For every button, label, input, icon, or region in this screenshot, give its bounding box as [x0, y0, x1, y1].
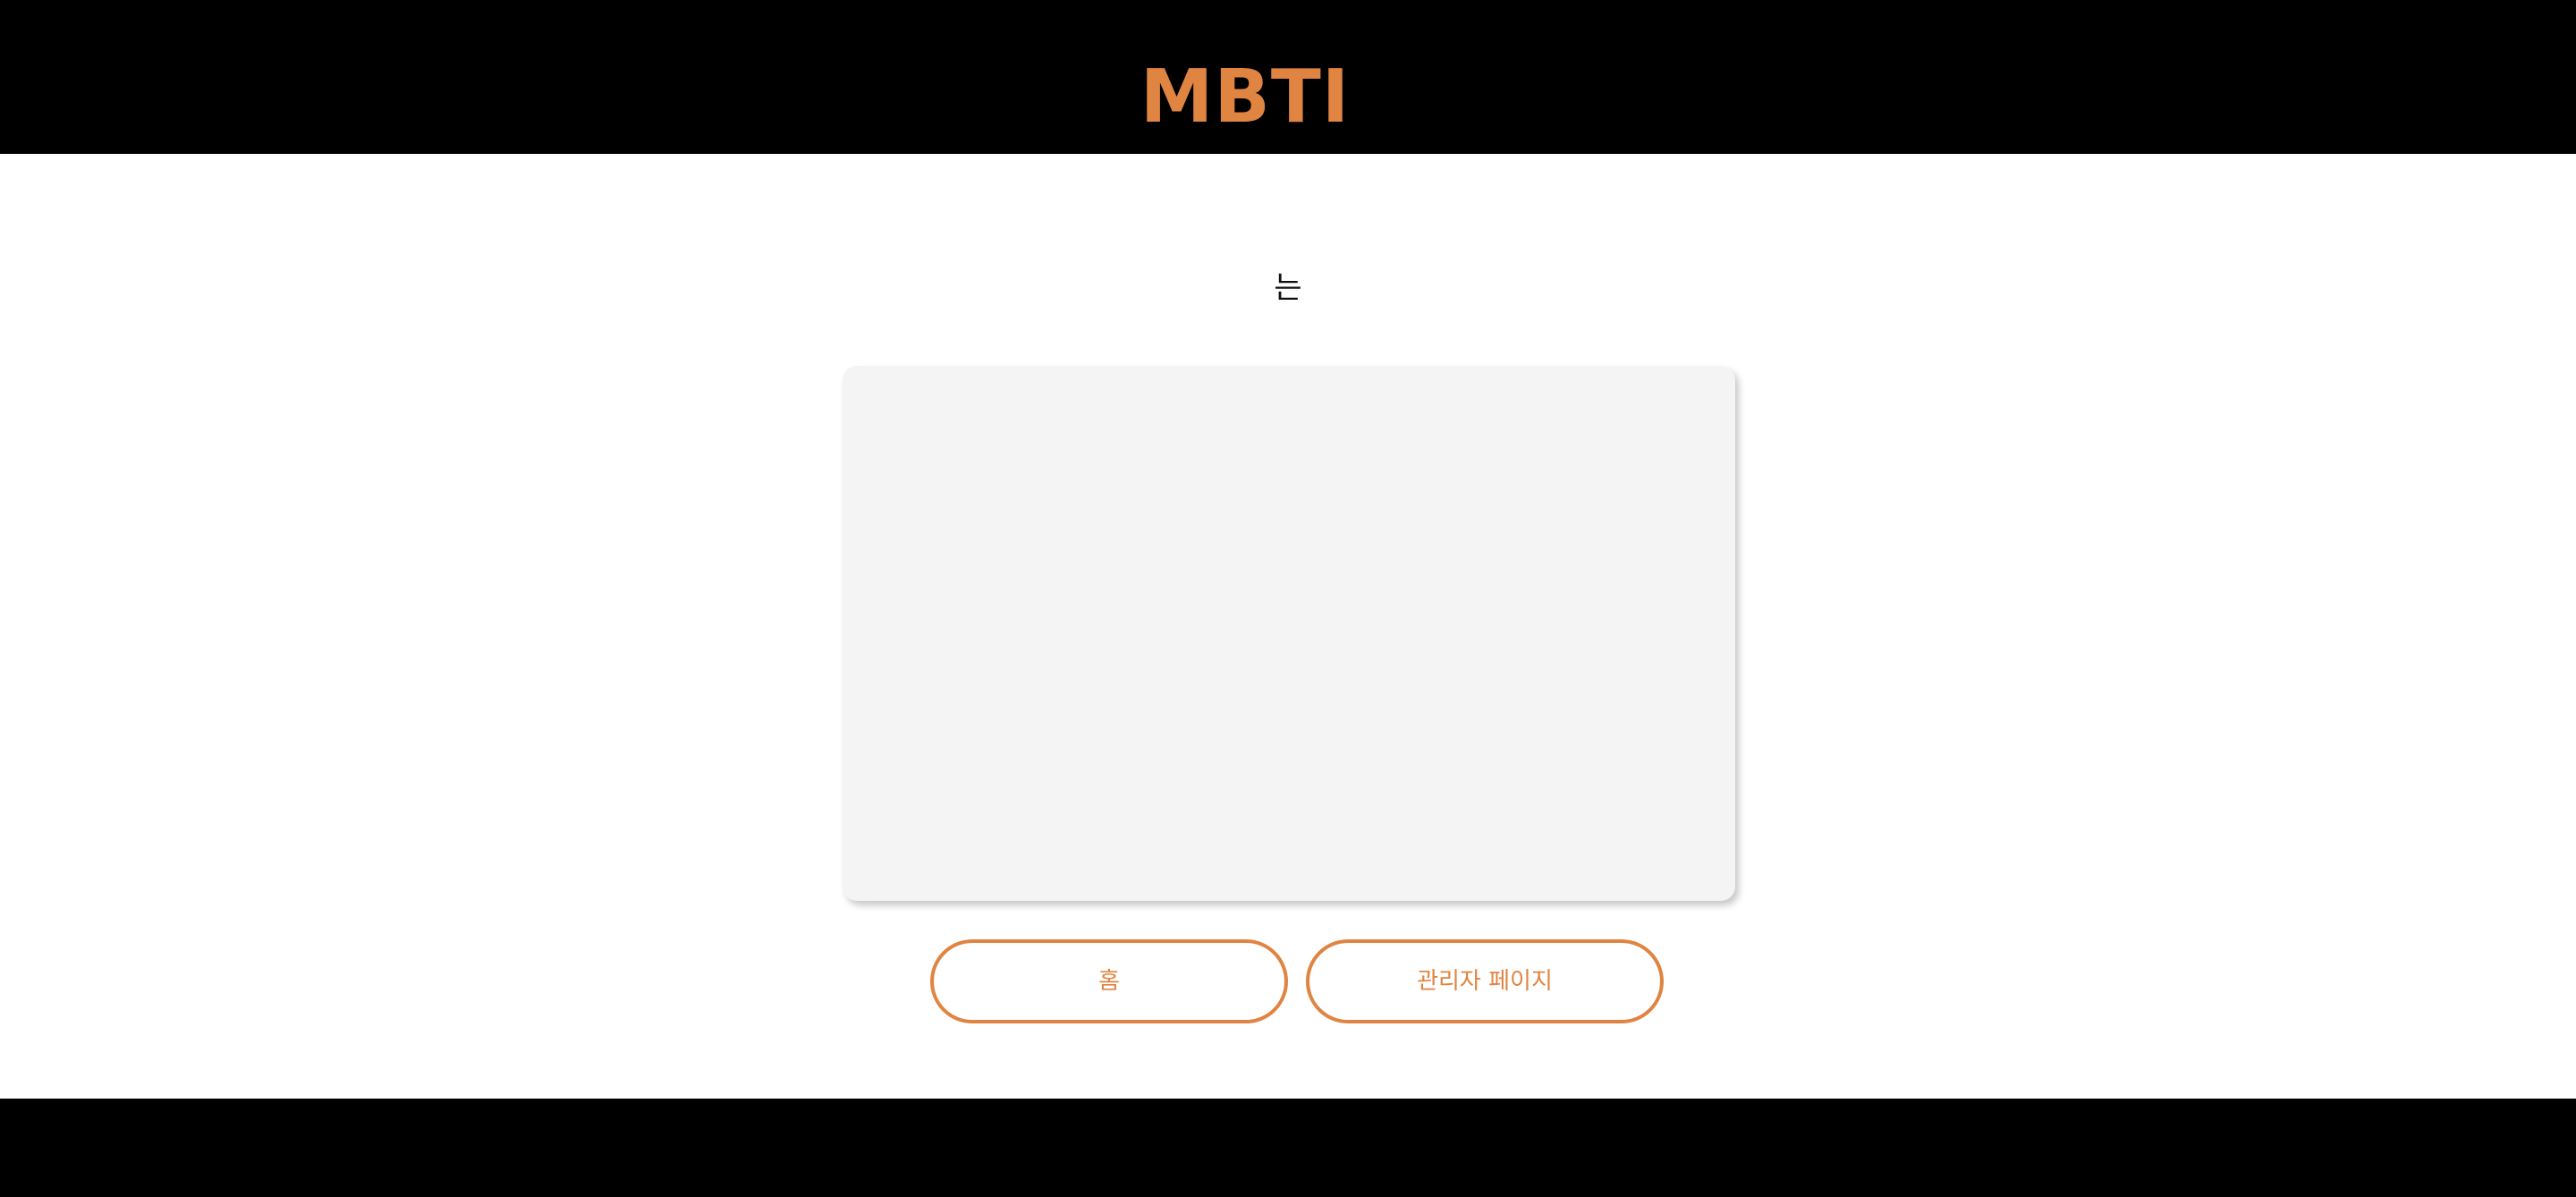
admin-page-button[interactable]: 관리자 페이지 — [1306, 939, 1664, 1023]
result-card — [843, 366, 1735, 901]
bottom-footer — [0, 1099, 2576, 1197]
top-header: MBTI — [0, 0, 2576, 154]
site-logo[interactable]: MBTI — [1138, 45, 1352, 150]
home-button[interactable]: 홈 — [930, 939, 1288, 1023]
question-text: 는 — [1274, 270, 1302, 306]
